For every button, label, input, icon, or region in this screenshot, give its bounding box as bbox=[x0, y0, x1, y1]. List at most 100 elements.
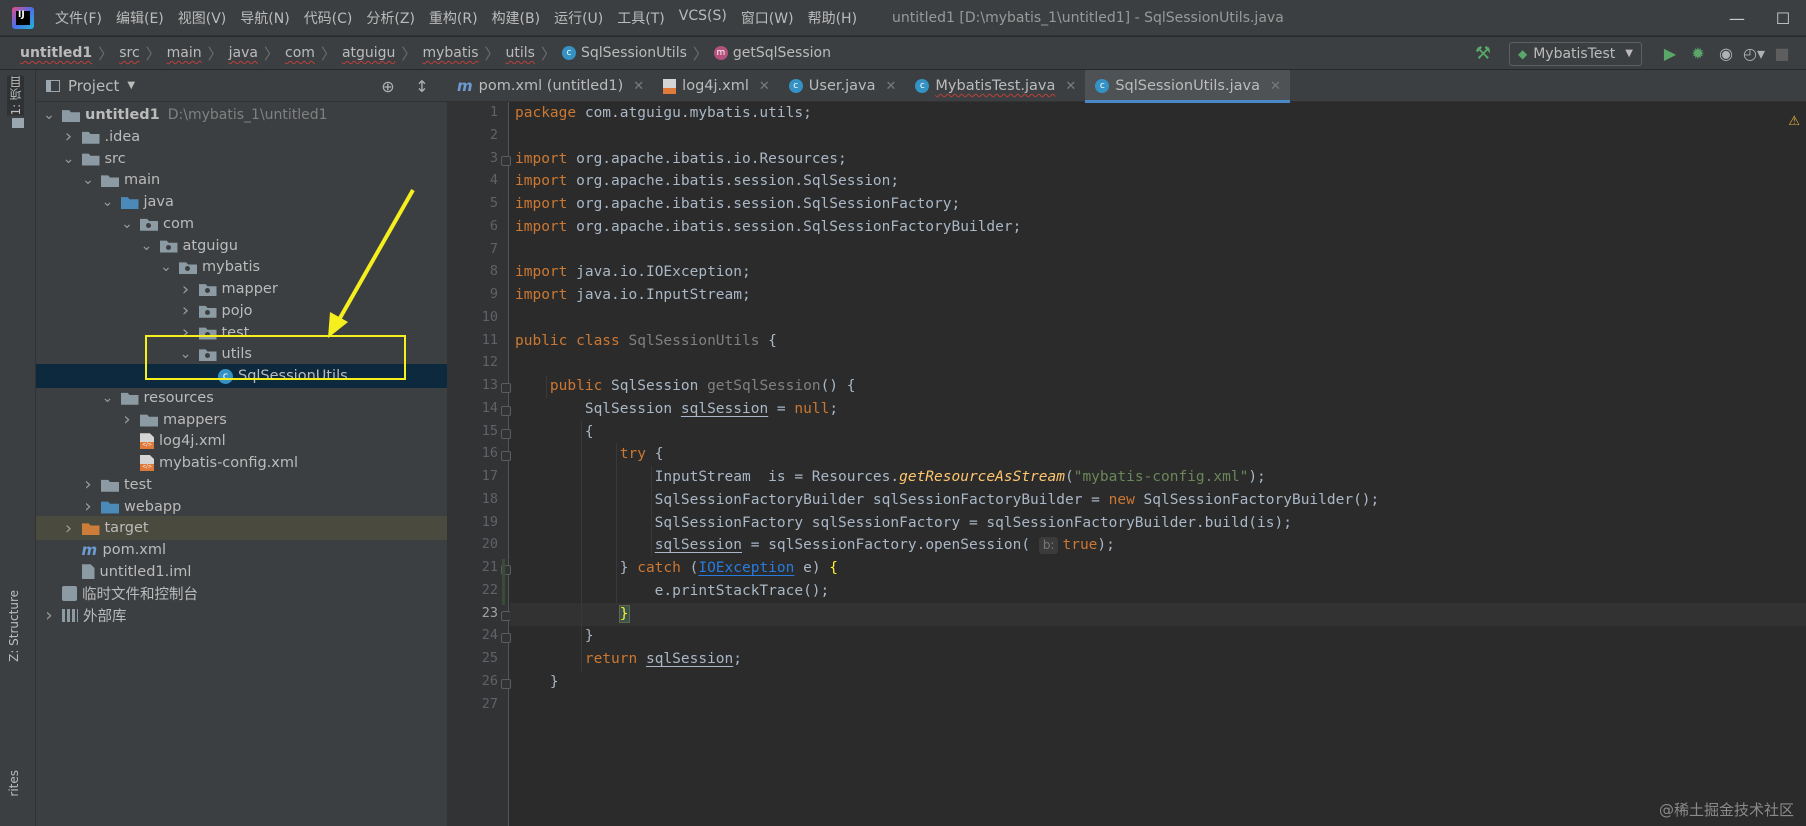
shield-run-icon[interactable]: ◉ bbox=[1712, 44, 1740, 63]
code-line[interactable]: InputStream is = Resources.getResourceAs… bbox=[510, 466, 1806, 489]
code-line[interactable]: import org.apache.ibatis.session.SqlSess… bbox=[510, 193, 1806, 216]
chevron-right-icon[interactable]: › bbox=[179, 300, 193, 321]
code-line[interactable]: } bbox=[510, 625, 1806, 648]
breadcrumb-item[interactable]: src bbox=[119, 45, 139, 61]
chevron-down-icon[interactable]: ⌄ bbox=[101, 390, 115, 406]
code-line[interactable]: import java.io.InputStream; bbox=[510, 284, 1806, 307]
tree-node[interactable]: ⌄ untitled1 D:\mybatis_1\untitled1 bbox=[36, 103, 513, 127]
chevron-down-icon[interactable]: ⌄ bbox=[42, 107, 56, 123]
tree-node[interactable]: › test bbox=[36, 473, 513, 497]
menu-item[interactable]: 构建(B) bbox=[485, 8, 548, 28]
chevron-right-icon[interactable]: › bbox=[81, 474, 95, 495]
chevron-right-icon[interactable]: › bbox=[62, 126, 76, 147]
breadcrumb-item[interactable]: c SqlSessionUtils bbox=[561, 45, 687, 61]
menu-item[interactable]: 工具(T) bbox=[610, 8, 671, 28]
collapse-all-icon[interactable]: ↕ bbox=[405, 77, 439, 96]
tree-node[interactable]: › 外部库 bbox=[36, 603, 513, 627]
code-line[interactable] bbox=[510, 352, 1806, 375]
chevron-down-icon[interactable]: ⌄ bbox=[62, 151, 76, 167]
maximize-button[interactable]: ☐ bbox=[1760, 0, 1806, 36]
tree-node[interactable]: ›临时文件和控制台 bbox=[36, 582, 513, 606]
locate-icon[interactable]: ⊕ bbox=[371, 77, 405, 96]
breadcrumb-item[interactable]: untitled1 bbox=[20, 45, 92, 61]
tree-node[interactable]: ⌄ main bbox=[36, 168, 513, 192]
code-area[interactable]: package com.atguigu.mybatis.utils; import… bbox=[510, 102, 1806, 826]
menu-item[interactable]: VCS(S) bbox=[672, 8, 734, 28]
play-icon[interactable]: ▶ bbox=[1656, 44, 1684, 63]
code-line[interactable]: SqlSession sqlSession = null; bbox=[510, 398, 1806, 421]
breadcrumb-item[interactable]: com bbox=[285, 45, 315, 61]
tree-node[interactable]: › webapp bbox=[36, 495, 513, 519]
code-line[interactable] bbox=[510, 239, 1806, 262]
code-line[interactable]: public SqlSession getSqlSession() { bbox=[510, 375, 1806, 398]
close-icon[interactable]: ✕ bbox=[759, 79, 770, 94]
tree-node[interactable]: › mapper bbox=[36, 277, 513, 301]
code-line[interactable]: try { bbox=[510, 443, 1806, 466]
menu-item[interactable]: 代码(C) bbox=[297, 8, 360, 28]
breadcrumb-item[interactable]: java bbox=[229, 45, 258, 61]
code-line[interactable]: sqlSession = sqlSessionFactory.openSessi… bbox=[510, 534, 1806, 557]
stop-icon[interactable]: ■ bbox=[1768, 44, 1796, 63]
tree-node[interactable]: ›mpom.xml bbox=[36, 538, 513, 562]
editor-tab[interactable]: m pom.xml (untitled1) ✕ bbox=[447, 70, 653, 102]
breadcrumb-item[interactable]: atguigu bbox=[342, 45, 395, 61]
code-line[interactable]: return sqlSession; bbox=[510, 648, 1806, 671]
menu-item[interactable]: 导航(N) bbox=[233, 8, 296, 28]
code-line[interactable]: import java.io.IOException; bbox=[510, 261, 1806, 284]
code-line[interactable]: } bbox=[510, 671, 1806, 694]
chevron-right-icon[interactable]: › bbox=[42, 605, 56, 626]
structure-tool-tab[interactable]: Z: Structure bbox=[7, 590, 21, 662]
code-line[interactable]: public class SqlSessionUtils { bbox=[510, 330, 1806, 353]
tree-node[interactable]: ⌄ mybatis bbox=[36, 255, 513, 279]
minimize-button[interactable]: — bbox=[1714, 0, 1760, 36]
favorites-tool-tab[interactable]: rites bbox=[7, 770, 21, 797]
tree-node[interactable]: ›mybatis-config.xml bbox=[36, 451, 513, 475]
chevron-down-icon[interactable]: ⌄ bbox=[81, 172, 95, 188]
code-line[interactable] bbox=[510, 694, 1806, 717]
close-icon[interactable]: ✕ bbox=[1065, 79, 1076, 94]
close-icon[interactable]: ✕ bbox=[633, 79, 644, 94]
close-icon[interactable]: ✕ bbox=[1270, 79, 1281, 94]
editor-tab[interactable]: c MybatisTest.java ✕ bbox=[905, 70, 1085, 102]
code-line[interactable]: import org.apache.ibatis.session.SqlSess… bbox=[510, 170, 1806, 193]
chevron-down-icon[interactable]: ⌄ bbox=[120, 216, 134, 232]
breadcrumb-item[interactable]: main bbox=[167, 45, 202, 61]
line-number-gutter[interactable]: 1 2 3 4 5 6 7 8 9 10 11 12 13 14 15 16 17 18 19 20 21 22 23 24 2… bbox=[447, 102, 511, 826]
chevron-right-icon[interactable]: › bbox=[120, 409, 134, 430]
tree-node[interactable]: ›untitled1.iml bbox=[36, 560, 513, 584]
code-line[interactable]: SqlSessionFactory sqlSessionFactory = sq… bbox=[510, 512, 1806, 535]
chevron-right-icon[interactable]: › bbox=[179, 279, 193, 300]
tree-node[interactable]: › mappers bbox=[36, 408, 513, 432]
bug-icon[interactable]: ✹ bbox=[1684, 44, 1712, 63]
code-line[interactable]: SqlSessionFactoryBuilder sqlSessionFacto… bbox=[510, 489, 1806, 512]
menu-item[interactable]: 分析(Z) bbox=[359, 8, 422, 28]
close-icon[interactable]: ✕ bbox=[886, 79, 897, 94]
code-line[interactable]: e.printStackTrace(); bbox=[510, 580, 1806, 603]
code-line[interactable] bbox=[510, 125, 1806, 148]
chevron-down-icon[interactable]: ▼ bbox=[127, 80, 135, 91]
editor-tab[interactable]: log4j.xml ✕ bbox=[653, 70, 779, 102]
breadcrumb-item[interactable]: mybatis bbox=[422, 45, 478, 61]
tree-node[interactable]: ⌄ com bbox=[36, 212, 513, 236]
menu-item[interactable]: 帮助(H) bbox=[801, 8, 864, 28]
chevron-down-icon[interactable]: ⌄ bbox=[159, 259, 173, 275]
tree-node[interactable]: ⌄ java bbox=[36, 190, 513, 214]
chevron-down-icon[interactable]: ⌄ bbox=[101, 194, 115, 210]
menu-item[interactable]: 窗口(W) bbox=[734, 8, 801, 28]
code-line[interactable]: import org.apache.ibatis.io.Resources; bbox=[510, 148, 1806, 171]
code-line[interactable] bbox=[510, 307, 1806, 330]
warning-icon[interactable]: ⚠ bbox=[1788, 114, 1800, 129]
editor-tab[interactable]: c User.java ✕ bbox=[779, 70, 906, 102]
project-tool-tab[interactable]: 1: 项目 bbox=[7, 76, 24, 116]
hammer-icon[interactable]: ⚒ bbox=[1475, 43, 1491, 64]
editor-tab[interactable]: c SqlSessionUtils.java ✕ bbox=[1085, 70, 1290, 103]
tree-node[interactable]: ⌄ src bbox=[36, 147, 513, 171]
menu-item[interactable]: 文件(F) bbox=[48, 8, 109, 28]
breadcrumb-item[interactable]: utils bbox=[506, 45, 535, 61]
code-line[interactable]: import org.apache.ibatis.session.SqlSess… bbox=[510, 216, 1806, 239]
chevron-down-icon[interactable]: ⌄ bbox=[140, 238, 154, 254]
profile-icon[interactable]: ◴▾ bbox=[1740, 44, 1768, 63]
tree-node[interactable]: ›log4j.xml bbox=[36, 429, 513, 453]
code-line[interactable]: } catch (IOException e) { bbox=[510, 557, 1806, 580]
menu-item[interactable]: 重构(R) bbox=[422, 8, 485, 28]
